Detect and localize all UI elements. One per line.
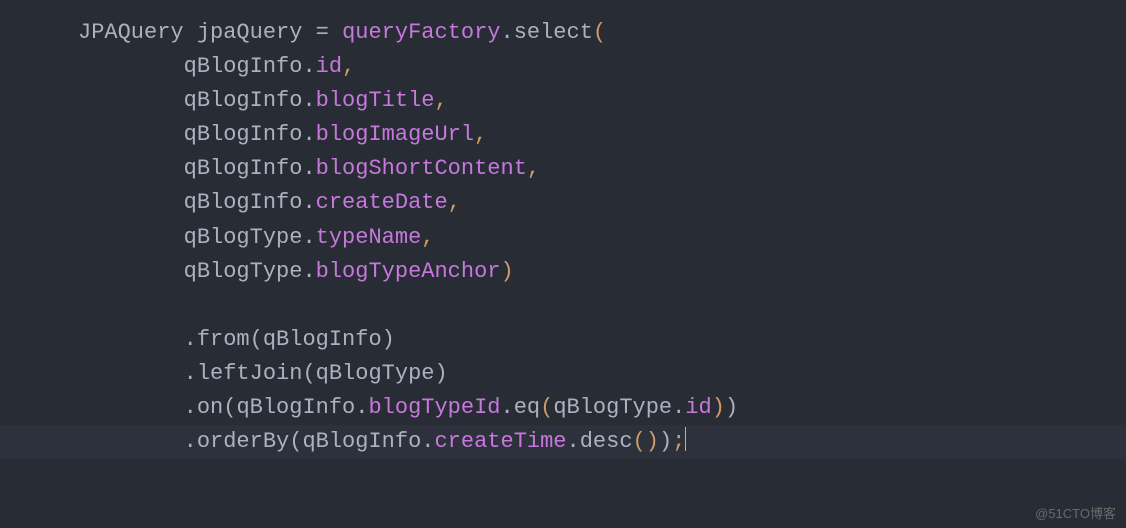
object-ref: qBlogInfo <box>184 54 303 79</box>
method-call: desc <box>580 429 633 454</box>
object-ref: qBlogInfo <box>184 88 303 113</box>
dot: . <box>302 225 315 250</box>
property: blogShortContent <box>316 156 527 181</box>
close-paren: ) <box>646 429 659 454</box>
object-ref: qBlogInfo <box>236 395 355 420</box>
watermark-text: @51CTO博客 <box>1035 504 1116 524</box>
dot: . <box>501 395 514 420</box>
code-editor[interactable]: JPAQuery jpaQuery = queryFactory.select(… <box>0 16 1126 459</box>
method-call: eq <box>514 395 540 420</box>
dot: . <box>302 259 315 284</box>
object-ref: qBlogInfo <box>302 429 421 454</box>
method-call: from <box>197 327 250 352</box>
property: id <box>316 54 342 79</box>
open-paren: ( <box>593 20 606 45</box>
property: blogTypeId <box>368 395 500 420</box>
property: id <box>685 395 711 420</box>
code-line: qBlogInfo.blogImageUrl, <box>78 122 487 147</box>
dot: . <box>302 54 315 79</box>
dot: . <box>302 122 315 147</box>
close-paren: ) <box>712 395 725 420</box>
comma: , <box>527 156 540 181</box>
open-paren: ( <box>289 429 302 454</box>
comma: , <box>342 54 355 79</box>
dot: . <box>501 20 514 45</box>
code-line: JPAQuery jpaQuery = queryFactory.select( <box>78 20 606 45</box>
object-ref: qBlogInfo <box>184 156 303 181</box>
close-paren: ) <box>725 395 738 420</box>
dot: . <box>355 395 368 420</box>
argument: qBlogType <box>316 361 435 386</box>
close-paren: ) <box>382 327 395 352</box>
method-call: leftJoin <box>197 361 303 386</box>
dot: . <box>672 395 685 420</box>
code-line: qBlogType.typeName, <box>78 225 434 250</box>
method-call: select <box>514 20 593 45</box>
close-paren: ) <box>501 259 514 284</box>
object-ref: qBlogType <box>553 395 672 420</box>
property: createDate <box>316 190 448 215</box>
dot: . <box>184 429 197 454</box>
open-paren: ( <box>540 395 553 420</box>
code-line: qBlogInfo.id, <box>78 54 355 79</box>
property: blogTypeAnchor <box>316 259 501 284</box>
open-paren: ( <box>302 361 315 386</box>
open-paren: ( <box>250 327 263 352</box>
code-line: qBlogInfo.createDate, <box>78 190 461 215</box>
property: createTime <box>434 429 566 454</box>
code-line: .on(qBlogInfo.blogTypeId.eq(qBlogType.id… <box>78 395 738 420</box>
open-paren: ( <box>633 429 646 454</box>
dot: . <box>184 327 197 352</box>
code-line: qBlogType.blogTypeAnchor) <box>78 259 514 284</box>
argument: qBlogInfo <box>263 327 382 352</box>
code-line-current: .orderBy(qBlogInfo.createTime.desc()); <box>0 425 1126 459</box>
variable-name: jpaQuery <box>197 20 303 45</box>
code-line: .leftJoin(qBlogType) <box>78 361 448 386</box>
dot: . <box>421 429 434 454</box>
open-paren: ( <box>223 395 236 420</box>
dot: . <box>184 361 197 386</box>
object-ref: queryFactory <box>342 20 500 45</box>
code-line: qBlogInfo.blogShortContent, <box>78 156 540 181</box>
comma: , <box>448 190 461 215</box>
code-line: .from(qBlogInfo) <box>78 327 395 352</box>
comma: , <box>474 122 487 147</box>
close-paren: ) <box>434 361 447 386</box>
dot: . <box>302 88 315 113</box>
semicolon: ; <box>672 429 685 454</box>
object-ref: qBlogType <box>184 225 303 250</box>
text-cursor <box>685 427 686 451</box>
code-line: qBlogInfo.blogTitle, <box>78 88 448 113</box>
method-call: on <box>197 395 223 420</box>
object-ref: qBlogInfo <box>184 122 303 147</box>
close-paren: ) <box>659 429 672 454</box>
property: blogTitle <box>316 88 435 113</box>
comma: , <box>421 225 434 250</box>
comma: , <box>434 88 447 113</box>
dot: . <box>567 429 580 454</box>
property: typeName <box>316 225 422 250</box>
dot: . <box>302 156 315 181</box>
type-identifier: JPAQuery <box>78 20 184 45</box>
dot: . <box>184 395 197 420</box>
object-ref: qBlogInfo <box>184 190 303 215</box>
property: blogImageUrl <box>316 122 474 147</box>
method-call: orderBy <box>197 429 289 454</box>
assignment-operator: = <box>302 20 342 45</box>
dot: . <box>302 190 315 215</box>
object-ref: qBlogType <box>184 259 303 284</box>
